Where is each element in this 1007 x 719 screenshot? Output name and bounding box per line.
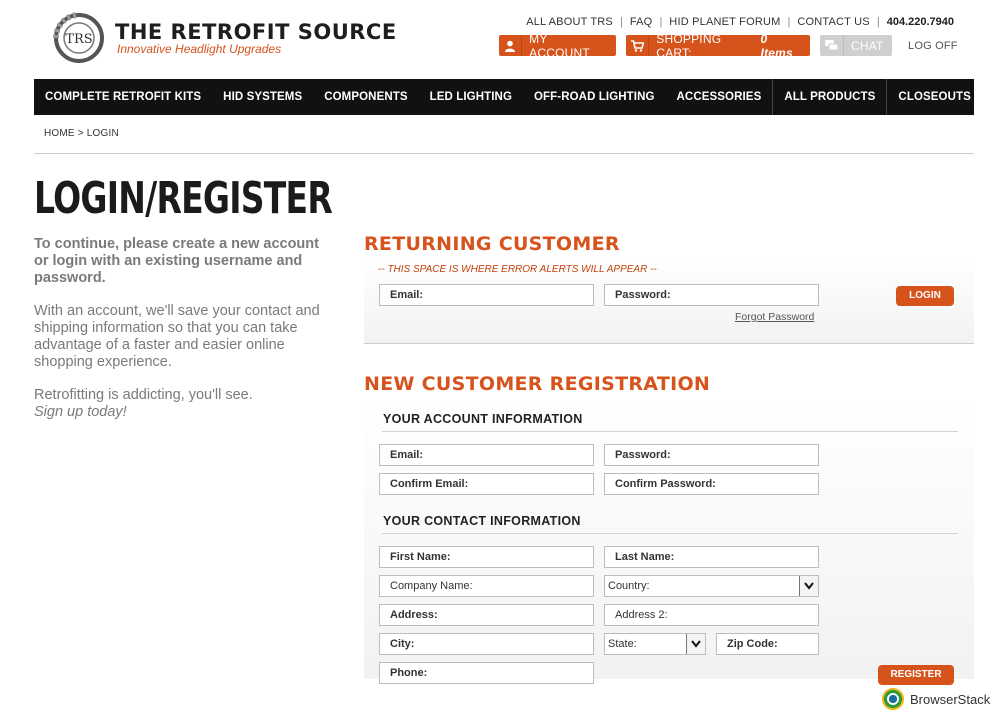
log-off-link[interactable]: LOG OFF — [908, 40, 958, 52]
account-info-heading: YOUR ACCOUNT INFORMATION — [383, 412, 583, 426]
browserstack-label: BrowserStack — [910, 691, 991, 707]
nav-item-off-road[interactable]: OFF-ROAD LIGHTING — [523, 79, 666, 115]
country-select-label: Country: — [608, 580, 650, 592]
address-field[interactable]: Address: — [379, 604, 594, 626]
browserstack-logo-icon — [882, 688, 904, 710]
logo-text: TRS — [65, 32, 92, 47]
last-name-field[interactable]: Last Name: — [604, 546, 819, 568]
nav-item-closeouts[interactable]: CLOSEOUTS — [886, 79, 981, 115]
cart-count: 0 Items — [760, 31, 793, 60]
login-button[interactable]: LOGIN — [896, 286, 954, 306]
reg-email-field[interactable]: Email: — [379, 444, 594, 466]
top-link-forum[interactable]: HID PLANET FORUM — [669, 16, 780, 28]
login-panel: -- THIS SPACE IS WHERE ERROR ALERTS WILL… — [364, 258, 974, 344]
browserstack-badge: BrowserStack — [882, 688, 990, 710]
chevron-down-icon — [799, 576, 818, 596]
chevron-down-icon — [686, 634, 705, 654]
breadcrumb[interactable]: HOME > LOGIN — [44, 128, 119, 139]
forgot-password-link[interactable]: Forgot Password — [735, 311, 814, 323]
state-select[interactable]: State: — [604, 633, 706, 655]
intro-cta: Sign up today! — [34, 404, 127, 420]
company-name-field[interactable]: Company Name: — [379, 575, 594, 597]
nav-item-led-lighting[interactable]: LED LIGHTING — [419, 79, 523, 115]
nav-item-all-products[interactable]: ALL PRODUCTS — [772, 79, 886, 115]
my-account-label: MY ACCOUNT — [529, 31, 590, 60]
shopping-cart-button[interactable]: SHOPPING CART: 0 Items — [626, 32, 810, 60]
nav-item-retrofit-kits[interactable]: COMPLETE RETROFIT KITS — [34, 79, 212, 115]
intro-body: With an account, we'll save your contact… — [34, 303, 320, 370]
login-password-field[interactable]: Password: — [604, 284, 819, 306]
main-nav: COMPLETE RETROFIT KITS HID SYSTEMS COMPO… — [34, 79, 974, 115]
register-button[interactable]: REGISTER — [878, 665, 954, 685]
top-link-about[interactable]: ALL ABOUT TRS — [526, 16, 613, 28]
address2-field[interactable]: Address 2: — [604, 604, 819, 626]
intro-text: To continue, please create a new account… — [34, 236, 324, 437]
top-links: ALL ABOUT TRS | FAQ | HID PLANET FORUM |… — [526, 16, 954, 28]
city-field[interactable]: City: — [379, 633, 594, 655]
zip-code-field[interactable]: Zip Code: — [716, 633, 819, 655]
nav-item-components[interactable]: COMPONENTS — [313, 79, 418, 115]
returning-customer-heading: RETURNING CUSTOMER — [364, 233, 620, 255]
reg-password-field[interactable]: Password: — [604, 444, 819, 466]
intro-closing: Retrofitting is addicting, you'll see. — [34, 387, 253, 403]
phone-field[interactable]: Phone: — [379, 662, 594, 684]
top-link-faq[interactable]: FAQ — [630, 16, 653, 28]
country-select[interactable]: Country: — [604, 575, 819, 597]
registration-panel: YOUR ACCOUNT INFORMATION Email: Password… — [364, 399, 974, 685]
confirm-password-field[interactable]: Confirm Password: — [604, 473, 819, 495]
first-name-field[interactable]: First Name: — [379, 546, 594, 568]
cart-label: SHOPPING CART: — [656, 31, 722, 60]
chat-icon — [820, 35, 844, 56]
cart-icon — [626, 35, 650, 56]
registration-heading: NEW CUSTOMER REGISTRATION — [364, 373, 711, 395]
brand-name: THE RETROFIT SOURCE — [115, 19, 397, 44]
page-title: LOGIN/REGISTER — [34, 173, 333, 224]
nav-item-accessories[interactable]: ACCESSORIES — [666, 79, 773, 115]
brand-tagline: Innovative Headlight Upgrades — [117, 41, 282, 56]
site-logo[interactable]: TRS THE RETROFIT SOURCE Innovative Headl… — [53, 12, 397, 64]
user-icon — [499, 35, 523, 56]
trs-logo-icon: TRS — [53, 12, 105, 64]
divider — [34, 153, 974, 154]
intro-strong: To continue, please create a new account… — [34, 236, 319, 286]
chat-label: CHAT — [851, 38, 884, 53]
login-email-field[interactable]: Email: — [379, 284, 594, 306]
nav-item-hid-systems[interactable]: HID SYSTEMS — [212, 79, 313, 115]
error-alert: -- THIS SPACE IS WHERE ERROR ALERTS WILL… — [378, 264, 657, 275]
state-select-label: State: — [608, 638, 637, 650]
my-account-button[interactable]: MY ACCOUNT — [499, 32, 616, 60]
confirm-email-field[interactable]: Confirm Email: — [379, 473, 594, 495]
phone-number[interactable]: 404.220.7940 — [887, 16, 954, 28]
contact-info-heading: YOUR CONTACT INFORMATION — [383, 514, 581, 528]
top-link-contact[interactable]: CONTACT US — [797, 16, 870, 28]
chat-button[interactable]: CHAT — [820, 35, 892, 56]
